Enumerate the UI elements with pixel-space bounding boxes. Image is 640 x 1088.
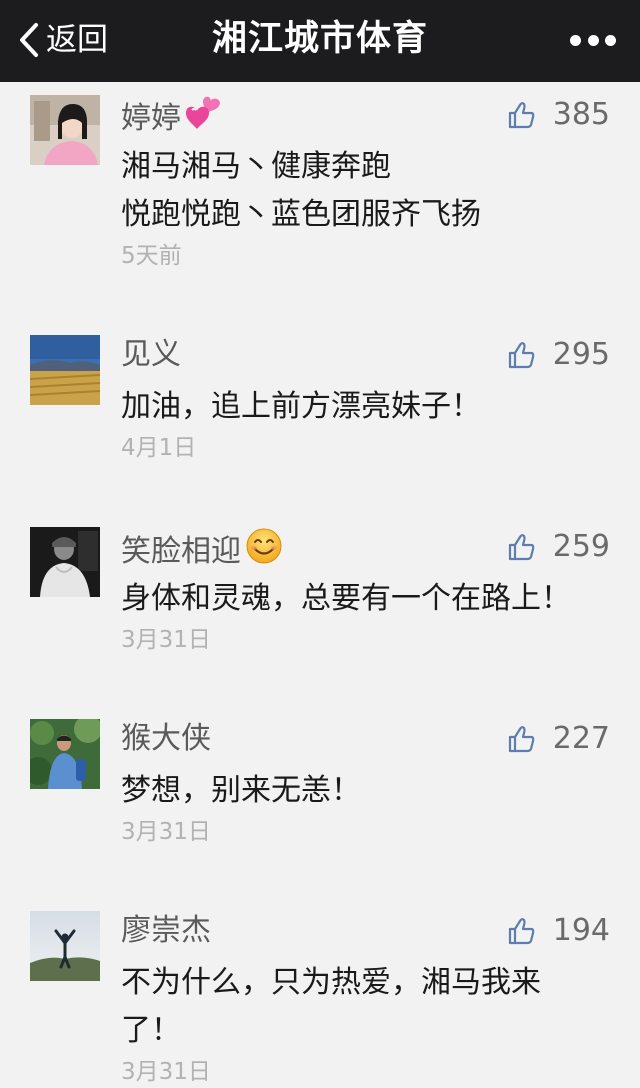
commenter-name-text: 见义 [121, 337, 181, 372]
comment-date: 3月31日 [121, 1059, 211, 1085]
comment-date: 5天前 [121, 243, 182, 269]
like-button[interactable]: 295 [507, 337, 610, 373]
like-button[interactable]: 259 [507, 529, 610, 565]
like-count: 259 [552, 529, 610, 564]
comment-text-line: 加油，追上前方漂亮妹子！ [121, 389, 481, 424]
like-count: 385 [552, 97, 610, 132]
avatar[interactable] [30, 527, 100, 597]
thumbs-up-icon [508, 102, 535, 129]
comment-text-line: 身体和灵魂，总要有一个在路上！ [121, 581, 571, 616]
commenter-name-text: 猴大侠 [121, 721, 211, 756]
comment-text: 加油，追上前方漂亮妹子！ [121, 383, 601, 431]
back-label: 返回 [46, 22, 108, 58]
commenter-name[interactable]: 廖崇杰 [121, 911, 211, 951]
back-button[interactable]: 返回 [18, 18, 108, 62]
comment-text: 湘马湘马丶健康奔跑 悦跑悦跑丶蓝色团服齐飞扬 [121, 143, 601, 239]
commenter-name[interactable]: 婷婷 [121, 95, 225, 142]
comment-list: 婷婷 385 湘马湘马丶健康奔跑 悦跑悦跑丶蓝色团服齐飞扬 5天前 见义 295… [0, 82, 640, 1088]
comment-text: 不为什么，只为热爱，湘马我来 了！ [121, 959, 601, 1055]
comment-text-line: 湘马湘马丶健康奔跑 [121, 149, 391, 184]
commenter-name-text: 廖崇杰 [121, 913, 211, 948]
chevron-left-icon [20, 23, 38, 57]
like-count: 227 [552, 721, 610, 756]
smiling-face-icon [245, 527, 283, 576]
more-dots-icon [605, 34, 616, 46]
like-button[interactable]: 227 [507, 721, 610, 757]
comment-text-line: 梦想，别来无恙！ [121, 773, 361, 808]
top-nav-bar: 返回 湘江城市体育 [0, 0, 640, 82]
avatar[interactable] [30, 95, 100, 165]
like-count: 295 [552, 337, 610, 372]
comment-date: 3月31日 [121, 627, 211, 653]
thumbs-up-icon [508, 534, 535, 561]
avatar[interactable] [30, 719, 100, 789]
like-button[interactable]: 194 [507, 913, 610, 949]
thumbs-up-icon [508, 918, 535, 945]
comment-date: 4月1日 [121, 435, 197, 461]
more-dots-icon [587, 34, 599, 46]
comment-text: 身体和灵魂，总要有一个在路上！ [121, 575, 601, 623]
comment-text-line: 不为什么，只为热爱，湘马我来 [121, 965, 541, 1000]
comment-text-line: 了！ [121, 1013, 181, 1048]
commenter-name[interactable]: 笑脸相迎 [121, 527, 283, 576]
more-options-button[interactable] [570, 30, 616, 50]
avatar[interactable] [30, 911, 100, 981]
comment-date: 3月31日 [121, 819, 211, 845]
commenter-name[interactable]: 猴大侠 [121, 719, 211, 759]
avatar[interactable] [30, 335, 100, 405]
two-hearts-icon [185, 95, 225, 142]
commenter-name[interactable]: 见义 [121, 335, 181, 375]
thumbs-up-icon [508, 342, 535, 369]
like-count: 194 [552, 913, 610, 948]
more-dots-icon [570, 34, 581, 46]
comment-text-line: 悦跑悦跑丶蓝色团服齐飞扬 [121, 197, 481, 232]
comment-text: 梦想，别来无恙！ [121, 767, 601, 815]
like-button[interactable]: 385 [507, 97, 610, 133]
commenter-name-text: 婷婷 [121, 100, 181, 136]
thumbs-up-icon [508, 726, 535, 753]
commenter-name-text: 笑脸相迎 [121, 533, 241, 569]
